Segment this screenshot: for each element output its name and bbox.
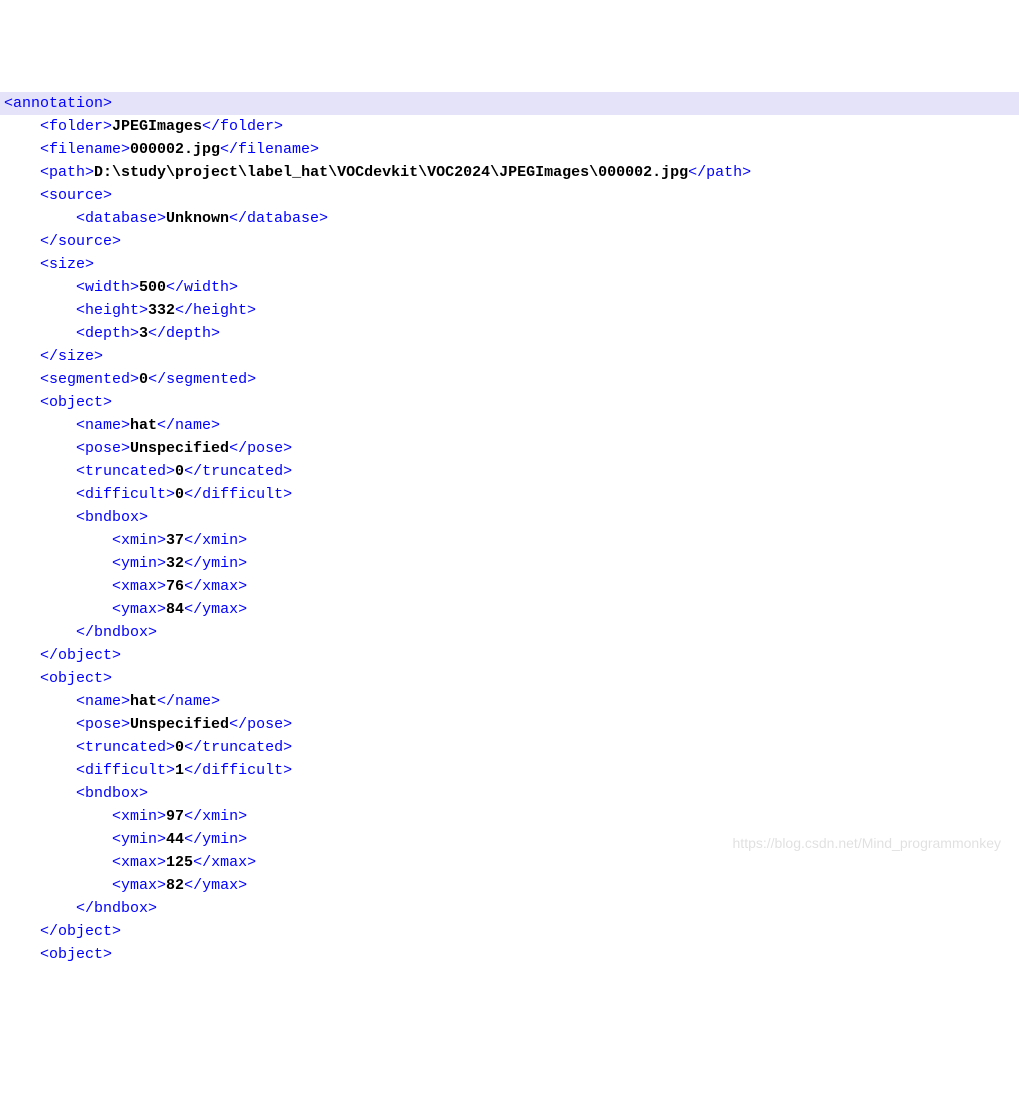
code-line: <ymin>32</ymin> xyxy=(0,552,1019,575)
code-line: <ymax>82</ymax> xyxy=(0,874,1019,897)
code-line: <difficult>1</difficult> xyxy=(0,759,1019,782)
code-line: </object> xyxy=(0,644,1019,667)
code-line: <bndbox> xyxy=(0,782,1019,805)
code-line: <ymax>84</ymax> xyxy=(0,598,1019,621)
code-line: </bndbox> xyxy=(0,897,1019,920)
code-line: </bndbox> xyxy=(0,621,1019,644)
code-line: <depth>3</depth> xyxy=(0,322,1019,345)
code-line: <object> xyxy=(0,391,1019,414)
code-line: <truncated>0</truncated> xyxy=(0,460,1019,483)
code-line: <name>hat</name> xyxy=(0,690,1019,713)
code-line: </source> xyxy=(0,230,1019,253)
code-line: <path>D:\study\project\label_hat\VOCdevk… xyxy=(0,161,1019,184)
code-line: <xmax>76</xmax> xyxy=(0,575,1019,598)
code-line: <filename>000002.jpg</filename> xyxy=(0,138,1019,161)
code-line: <pose>Unspecified</pose> xyxy=(0,437,1019,460)
code-line: <size> xyxy=(0,253,1019,276)
code-line: <xmin>37</xmin> xyxy=(0,529,1019,552)
code-line: <truncated>0</truncated> xyxy=(0,736,1019,759)
code-line: <pose>Unspecified</pose> xyxy=(0,713,1019,736)
code-line: <object> xyxy=(0,943,1019,966)
code-line: <database>Unknown</database> xyxy=(0,207,1019,230)
code-line: <difficult>0</difficult> xyxy=(0,483,1019,506)
code-line: <xmax>125</xmax> xyxy=(0,851,1019,874)
code-line: <object> xyxy=(0,667,1019,690)
code-line: <source> xyxy=(0,184,1019,207)
code-line: <annotation> xyxy=(0,92,1019,115)
code-line: <name>hat</name> xyxy=(0,414,1019,437)
code-line: </size> xyxy=(0,345,1019,368)
xml-code-block: <annotation> <folder>JPEGImages</folder>… xyxy=(0,92,1019,966)
code-line: <bndbox> xyxy=(0,506,1019,529)
code-line: <height>332</height> xyxy=(0,299,1019,322)
code-line: <ymin>44</ymin> xyxy=(0,828,1019,851)
code-line: <xmin>97</xmin> xyxy=(0,805,1019,828)
code-line: <width>500</width> xyxy=(0,276,1019,299)
code-line: <folder>JPEGImages</folder> xyxy=(0,115,1019,138)
code-line: <segmented>0</segmented> xyxy=(0,368,1019,391)
code-line: </object> xyxy=(0,920,1019,943)
